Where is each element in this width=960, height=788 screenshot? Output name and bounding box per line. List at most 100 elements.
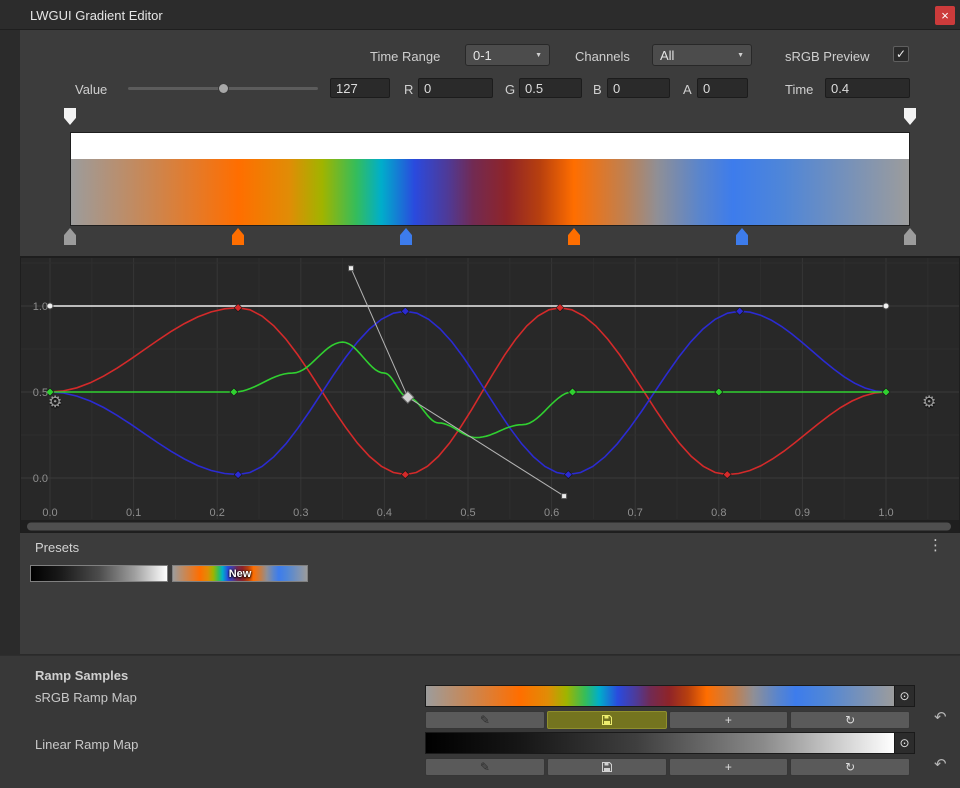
value-slider[interactable] [128, 80, 318, 97]
gradient-preview[interactable] [70, 132, 910, 226]
g-label: G [505, 82, 515, 97]
curve-key[interactable] [715, 388, 723, 396]
curve-settings-gear-right-icon[interactable]: ⚙ [922, 395, 936, 411]
color-key-marker[interactable] [64, 228, 76, 245]
window-left-edge [0, 30, 20, 655]
g-field[interactable] [519, 78, 582, 98]
add-ramp-button[interactable]: + [669, 758, 789, 776]
curve-key[interactable] [883, 303, 889, 309]
linear-ramp-bar[interactable] [426, 733, 894, 753]
color-key-marker[interactable] [400, 228, 412, 245]
x-tick-label: 0.3 [293, 507, 308, 519]
curve-key[interactable] [234, 471, 242, 479]
edit-ramp-button[interactable]: ✎ [425, 711, 545, 729]
srgb-ramp-bar[interactable] [426, 686, 894, 706]
curve-key[interactable] [569, 388, 577, 396]
tangent-handle[interactable] [562, 494, 567, 499]
selected-curve-key[interactable] [402, 391, 414, 403]
alpha-preview-bar[interactable] [71, 133, 909, 159]
color-key-marker[interactable] [736, 228, 748, 245]
time-label: Time [785, 82, 813, 97]
alpha-key-marker[interactable] [64, 108, 76, 125]
preset-swatch-new[interactable]: New [172, 565, 308, 582]
curve-key[interactable] [401, 471, 409, 479]
curve-key[interactable] [564, 471, 572, 479]
value-label: Value [75, 82, 107, 97]
tangent-handle[interactable] [349, 266, 354, 271]
edit-ramp-button[interactable]: ✎ [425, 758, 545, 776]
curve-key[interactable] [882, 388, 890, 396]
scrollbar-thumb[interactable] [27, 523, 951, 531]
y-tick-label: 0.0 [33, 473, 48, 485]
r-field[interactable] [418, 78, 493, 98]
refresh-ramp-button[interactable]: ↻ [790, 711, 910, 729]
slider-thumb[interactable] [218, 83, 229, 94]
a-field[interactable] [697, 78, 748, 98]
channels-dropdown[interactable]: All ▼ [652, 44, 752, 66]
srgb-preview-checkbox[interactable]: ✓ [893, 46, 909, 62]
y-tick-label: 0.5 [33, 387, 48, 399]
close-icon: × [941, 8, 949, 23]
x-tick-label: 0.5 [460, 507, 475, 519]
value-field[interactable] [330, 78, 390, 98]
x-tick-label: 0.1 [126, 507, 141, 519]
chevron-down-icon: ▼ [535, 52, 542, 59]
a-label: A [683, 82, 692, 97]
curve-editor-panel[interactable]: 0.00.10.20.30.40.50.60.70.80.91.01.00.50… [20, 256, 960, 532]
srgb-ramp-toolbar: ✎ + ↻ [425, 711, 910, 729]
curve-key[interactable] [736, 307, 744, 315]
save-icon [601, 761, 613, 773]
time-range-value: 0-1 [473, 48, 492, 63]
b-label: B [593, 82, 602, 97]
srgb-ramp-picker-button[interactable]: ⊙ [894, 686, 914, 706]
color-markers-row [20, 228, 960, 246]
color-key-marker[interactable] [568, 228, 580, 245]
channels-label: Channels [575, 49, 630, 64]
refresh-icon: ↻ [845, 760, 855, 774]
curve-plot[interactable]: 0.00.10.20.30.40.50.60.70.80.91.01.00.50… [20, 257, 960, 533]
gradient-bar[interactable] [71, 159, 909, 225]
time-field[interactable] [825, 78, 910, 98]
chevron-down-icon: ▼ [737, 52, 744, 59]
revert-srgb-button[interactable]: ↶ [934, 709, 947, 727]
x-tick-label: 0.4 [377, 507, 392, 519]
curve-key[interactable] [401, 307, 409, 315]
preset-swatch-grayscale[interactable] [30, 565, 168, 582]
alpha-key-marker[interactable] [904, 108, 916, 125]
linear-ramp-picker-button[interactable]: ⊙ [894, 733, 914, 753]
save-icon [601, 714, 613, 726]
linear-ramp-field[interactable]: ⊙ [425, 732, 915, 754]
curve-key[interactable] [234, 304, 242, 312]
srgb-preview-label: sRGB Preview [785, 49, 870, 64]
srgb-ramp-label: sRGB Ramp Map [35, 690, 137, 705]
save-ramp-button[interactable] [547, 711, 667, 729]
color-key-marker[interactable] [904, 228, 916, 245]
curve-key[interactable] [556, 304, 564, 312]
srgb-ramp-field[interactable]: ⊙ [425, 685, 915, 707]
x-tick-label: 0.0 [42, 507, 57, 519]
curve-key[interactable] [723, 471, 731, 479]
add-ramp-button[interactable]: + [669, 711, 789, 729]
x-tick-label: 0.2 [210, 507, 225, 519]
object-picker-icon: ⊙ [899, 736, 909, 750]
alpha-markers-row [20, 108, 960, 126]
r-label: R [404, 82, 413, 97]
time-range-dropdown[interactable]: 0-1 ▼ [465, 44, 550, 66]
close-button[interactable]: × [935, 6, 955, 25]
presets-title: Presets [35, 540, 79, 555]
b-field[interactable] [607, 78, 670, 98]
color-key-marker[interactable] [232, 228, 244, 245]
save-ramp-button[interactable] [547, 758, 667, 776]
refresh-icon: ↻ [845, 713, 855, 727]
revert-linear-button[interactable]: ↶ [934, 756, 947, 774]
tangent-line [351, 268, 408, 397]
object-picker-icon: ⊙ [899, 689, 909, 703]
curve-settings-gear-left-icon[interactable]: ⚙ [48, 395, 62, 411]
curve-key[interactable] [230, 388, 238, 396]
tangent-line [408, 397, 564, 496]
presets-menu-button[interactable]: ⋮ [928, 538, 943, 553]
gradient-editor-window: LWGUI Gradient Editor × Time Range 0-1 ▼… [0, 0, 960, 788]
titlebar: LWGUI Gradient Editor × [0, 0, 960, 30]
check-icon: ✓ [896, 47, 906, 61]
refresh-ramp-button[interactable]: ↻ [790, 758, 910, 776]
